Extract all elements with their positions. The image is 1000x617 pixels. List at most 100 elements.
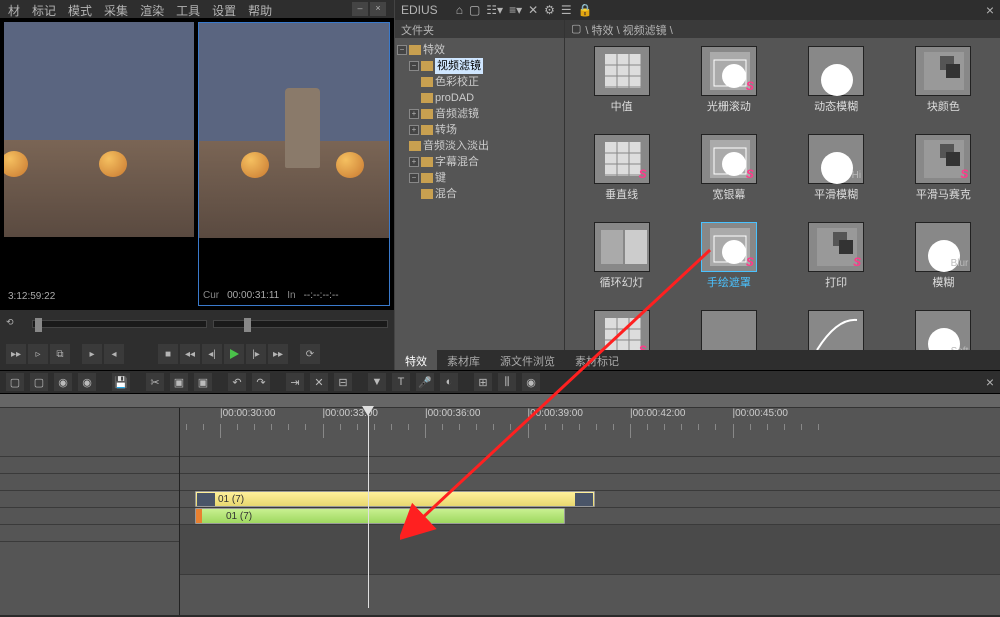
loop-icon[interactable]: ⟲	[6, 317, 26, 331]
open-icon[interactable]: ▢	[30, 373, 48, 391]
next-edit-icon[interactable]: ▹	[28, 344, 48, 364]
effect-thumb[interactable]: S垂直线	[573, 134, 670, 216]
folder-up-icon[interactable]: ▢	[469, 3, 480, 17]
sequence-header[interactable]	[0, 394, 1000, 408]
lock-icon[interactable]: 🔒	[578, 3, 593, 17]
mark-in-icon[interactable]: ▸	[82, 344, 102, 364]
effect-thumb[interactable]: S宽银幕	[680, 134, 777, 216]
effect-thumb[interactable]: 浮雕	[680, 310, 777, 350]
tab-browse[interactable]: 源文件浏览	[490, 350, 565, 370]
menu-item[interactable]: 模式	[68, 2, 92, 16]
insert-icon[interactable]: ⧉	[50, 344, 70, 364]
split-icon[interactable]: ✕	[310, 373, 328, 391]
source-monitor[interactable]: 3:12:59:22	[4, 22, 194, 306]
tree-transition[interactable]: 转场	[435, 122, 457, 138]
copy-icon[interactable]: ▣	[170, 373, 188, 391]
timeline-ruler[interactable]: |00:00:30:00|00:00:33:00|00:00:36:00|00:…	[180, 408, 1000, 440]
clip-edge-icon[interactable]	[196, 509, 202, 523]
effect-thumb[interactable]: 混合滤镜	[788, 310, 885, 350]
ripple-icon[interactable]: ⇥	[286, 373, 304, 391]
effect-thumb[interactable]: S水平线	[573, 310, 670, 350]
menu-item[interactable]: 标记	[32, 2, 56, 16]
menu-item[interactable]: 渲染	[140, 2, 164, 16]
menu-item[interactable]: 采集	[104, 2, 128, 16]
new-seq-icon[interactable]: ▢	[6, 373, 24, 391]
tree-color-correct[interactable]: 色彩校正	[435, 74, 479, 90]
delete-gap-icon[interactable]: ⊟	[334, 373, 352, 391]
effect-thumb[interactable]: 循环幻灯	[573, 222, 670, 304]
track-area[interactable]: 01 (7) 01 (7)	[180, 440, 1000, 615]
camera2-icon[interactable]: ◉	[78, 373, 96, 391]
tree-prodad[interactable]: proDAD	[435, 90, 474, 106]
tab-markers[interactable]: 素材标记	[565, 350, 629, 370]
menu-item[interactable]: 工具	[176, 2, 200, 16]
paste-icon[interactable]: ▣	[194, 373, 212, 391]
close-icon[interactable]: ×	[986, 2, 994, 18]
tree-audio-filter[interactable]: 音频滤镜	[435, 106, 479, 122]
expand-icon[interactable]: +	[409, 109, 419, 119]
redo-icon[interactable]: ↷	[252, 373, 270, 391]
tab-library[interactable]: 素材库	[437, 350, 490, 370]
collapse-icon[interactable]: −	[409, 61, 419, 71]
collapse-icon[interactable]: −	[397, 45, 407, 55]
stop-icon[interactable]: ■	[158, 344, 178, 364]
list-icon[interactable]: ☰	[561, 3, 572, 17]
audio-clip[interactable]: 01 (7)	[195, 508, 565, 524]
clip-label: 01 (7)	[218, 494, 244, 505]
effect-thumb[interactable]: Soft焦点柔化	[895, 310, 992, 350]
step-back-icon[interactable]: ◂|	[202, 344, 222, 364]
effect-thumb[interactable]: S平滑马赛克	[895, 134, 992, 216]
title-icon[interactable]: T	[392, 373, 410, 391]
tree-key[interactable]: 键	[435, 170, 446, 186]
prev-edit-icon[interactable]: ▸▸	[6, 344, 26, 364]
settings-icon[interactable]: ⊞	[474, 373, 492, 391]
scope-icon[interactable]: ◉	[522, 373, 540, 391]
effect-thumb[interactable]: S手绘遮罩	[680, 222, 777, 304]
camera-icon[interactable]: ◉	[54, 373, 72, 391]
expand-icon[interactable]: +	[409, 157, 419, 167]
delete-icon[interactable]: ✕	[528, 3, 538, 17]
collapse-icon[interactable]: −	[409, 173, 419, 183]
effect-thumb[interactable]: 块颜色	[895, 46, 992, 128]
mark-out-icon[interactable]: ◂	[104, 344, 124, 364]
effect-thumb[interactable]: S光栅滚动	[680, 46, 777, 128]
loop-play-icon[interactable]: ⟳	[300, 344, 320, 364]
effect-thumb[interactable]: 中值	[573, 46, 670, 128]
close-icon[interactable]: ×	[370, 2, 386, 16]
mixer-icon[interactable]: ⫼	[498, 373, 516, 391]
menu-item[interactable]: 帮助	[248, 2, 272, 16]
tree-title-mix[interactable]: 字幕混合	[435, 154, 479, 170]
tree-audio-fade[interactable]: 音频淡入淡出	[423, 138, 489, 154]
home-icon[interactable]: ⌂	[456, 3, 463, 17]
tab-effects[interactable]: 特效	[395, 350, 437, 370]
rewind-icon[interactable]: ◂◂	[180, 344, 200, 364]
cut-icon[interactable]: ✂	[146, 373, 164, 391]
undo-icon[interactable]: ↶	[228, 373, 246, 391]
effect-thumb[interactable]: S打印	[788, 222, 885, 304]
props-icon[interactable]: ⚙	[544, 3, 555, 17]
effect-thumb[interactable]: Blur模糊	[895, 222, 992, 304]
expand-icon[interactable]: +	[409, 125, 419, 135]
render-icon[interactable]: ◐	[440, 373, 458, 391]
tree-video-filter[interactable]: 视频滤镜	[435, 58, 483, 74]
minimize-icon[interactable]: –	[352, 2, 368, 16]
marker-icon[interactable]: ▼	[368, 373, 386, 391]
play-icon[interactable]	[224, 344, 244, 364]
menu-item[interactable]: 材	[8, 2, 20, 16]
menu-item[interactable]: 设置	[212, 2, 236, 16]
ffwd-icon[interactable]: ▸▸	[268, 344, 288, 364]
view-icon[interactable]: ☷▾	[486, 3, 503, 17]
step-fwd-icon[interactable]: |▸	[246, 344, 266, 364]
video-clip[interactable]: 01 (7)	[195, 491, 595, 507]
source-scrub[interactable]	[32, 320, 207, 328]
mic-icon[interactable]: 🎤	[416, 373, 434, 391]
effect-thumb[interactable]: 动态模糊	[788, 46, 885, 128]
effect-thumb[interactable]: Hi平滑模糊	[788, 134, 885, 216]
close-icon[interactable]: ×	[986, 374, 994, 390]
tree-blend[interactable]: 混合	[435, 186, 457, 202]
record-monitor[interactable]: Cur 00:00:31:11 In --:--:--:--	[198, 22, 390, 306]
record-scrub[interactable]	[213, 320, 388, 328]
sort-icon[interactable]: ≡▾	[509, 3, 522, 17]
tree-root[interactable]: 特效	[423, 42, 445, 58]
save-icon[interactable]: 💾	[112, 373, 130, 391]
